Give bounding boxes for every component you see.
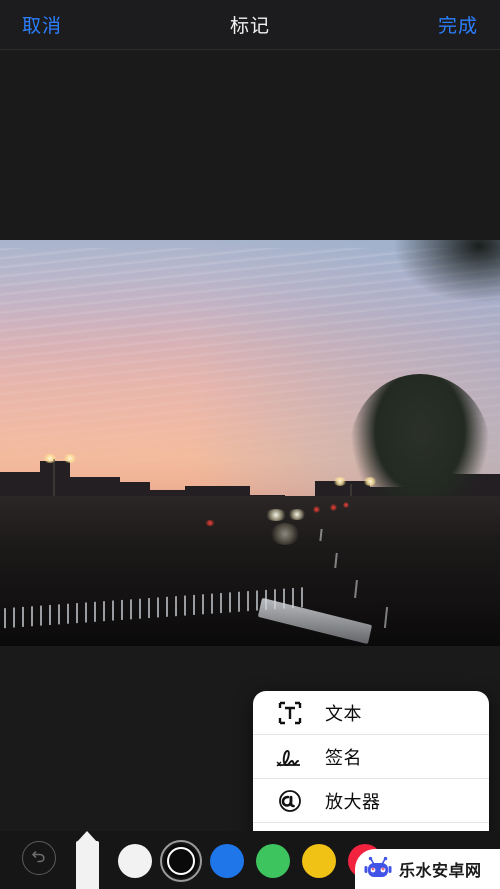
menu-item-signature[interactable]: 签名 (253, 735, 489, 779)
pen-tool-button[interactable] (76, 831, 99, 889)
magnifier-icon (273, 788, 307, 814)
headlight-reflection (270, 522, 300, 545)
markup-editor-screen: 取消 标记 完成 文本 签名 放大器 乐水安卓网 (0, 0, 500, 889)
pen-body-icon (76, 841, 99, 889)
top-navigation-bar: 取消 标记 完成 (0, 0, 500, 50)
traffic-light-red (342, 501, 349, 508)
page-title: 标记 (229, 16, 270, 37)
robot-mascot-icon (363, 856, 393, 882)
menu-item-magnifier[interactable]: 放大器 (253, 779, 489, 823)
street-lamp-glow (332, 476, 347, 486)
street-lamp-glow (362, 476, 377, 486)
done-button[interactable]: 完成 (438, 11, 478, 38)
traffic-light-red (312, 505, 320, 513)
color-swatch-yellow[interactable] (302, 844, 336, 878)
street-lamp-pole (52, 459, 55, 496)
menu-item-text[interactable]: 文本 (253, 691, 489, 735)
color-swatch-white[interactable] (118, 844, 152, 878)
undo-icon (30, 847, 48, 870)
undo-button[interactable] (22, 841, 56, 875)
text-box-icon (273, 700, 307, 726)
menu-item-label: 签名 (325, 747, 362, 768)
car-headlight (265, 509, 287, 522)
cancel-button[interactable]: 取消 (22, 11, 62, 38)
watermark-text: 乐水安卓网 (399, 861, 482, 880)
tree-branch-top (395, 240, 500, 302)
markup-canvas[interactable]: 文本 签名 放大器 (0, 51, 500, 871)
road-surface (0, 495, 500, 646)
signature-icon (273, 744, 307, 770)
road-divider-barrier (257, 598, 373, 645)
color-swatch-black[interactable] (160, 840, 202, 882)
color-swatch-green[interactable] (256, 844, 290, 878)
traffic-light-red (330, 503, 337, 511)
photo-image[interactable] (0, 240, 500, 646)
menu-item-label: 放大器 (325, 791, 381, 812)
menu-item-label: 文本 (325, 703, 362, 724)
color-swatch-blue[interactable] (210, 844, 244, 878)
site-watermark: 乐水安卓网 (355, 849, 500, 889)
car-headlight (287, 509, 306, 521)
color-swatch-row (118, 840, 382, 882)
